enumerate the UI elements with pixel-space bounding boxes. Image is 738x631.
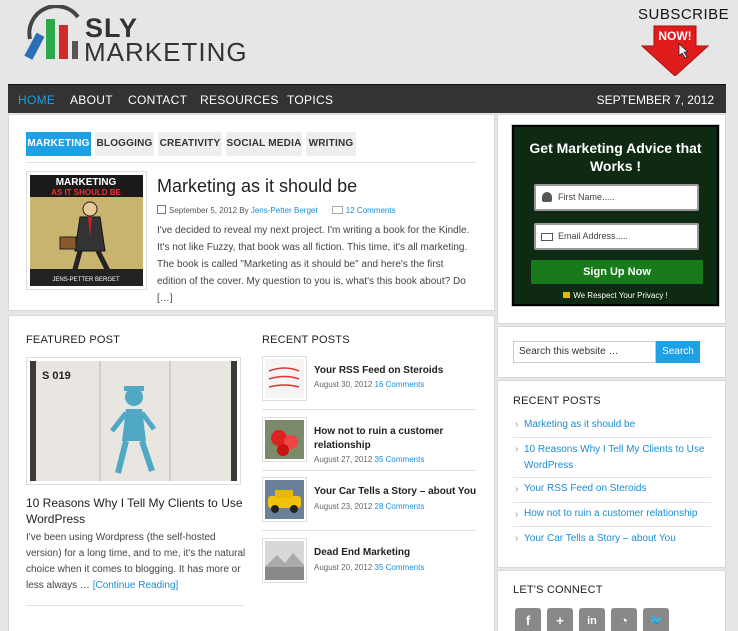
featured-divider xyxy=(26,605,244,606)
recent-post-comments-link[interactable]: 35 Comments xyxy=(375,455,425,464)
book-cover-image: MARKETING AS IT SHOULD BE JENS-PETTER BE… xyxy=(30,175,143,286)
subscribe-now-text: NOW! xyxy=(658,29,691,43)
privacy-text: We Respect Your Privacy ! xyxy=(573,291,668,300)
article-excerpt: I've decided to reveal my next project. … xyxy=(157,225,470,304)
featured-post-heading: FEATURED POST xyxy=(26,334,121,346)
facebook-icon[interactable]: f xyxy=(515,608,541,631)
sign-up-button[interactable]: Sign Up Now xyxy=(531,260,703,284)
main-navigation: HOME ABOUT CONTACT RESOURCES TOPICS SEPT… xyxy=(8,84,726,113)
envelope-icon xyxy=(541,233,553,241)
logo-text-line2[interactable]: MARKETING xyxy=(84,38,248,66)
nav-item-home[interactable]: HOME xyxy=(18,93,55,107)
bullet-arrow-icon: › xyxy=(515,484,519,495)
sidebar-recent-link[interactable]: How not to ruin a customer relationship xyxy=(524,506,714,522)
recent-post-title[interactable]: Dead End Marketing xyxy=(314,546,479,560)
tab-writing[interactable]: WRITING xyxy=(306,132,356,156)
first-name-placeholder: First Name..... xyxy=(558,192,615,202)
connect-heading: LET'S CONNECT xyxy=(513,584,603,596)
featured-image-label: S 019 xyxy=(42,370,71,382)
recent-post-comments-link[interactable]: 28 Comments xyxy=(375,502,425,511)
twitter-icon[interactable]: 🐦 xyxy=(643,608,669,631)
bullet-arrow-icon: › xyxy=(515,444,519,455)
recent-post-date: August 30, 2012 xyxy=(314,380,373,389)
calendar-icon xyxy=(157,205,166,214)
nav-item-about[interactable]: ABOUT xyxy=(70,93,113,107)
subscribe-arrow-icon: NOW! xyxy=(640,25,710,76)
nav-item-resources[interactable]: RESOURCES xyxy=(200,93,279,107)
cover-author-text: JENS-PETTER BERGET xyxy=(52,277,120,283)
current-date: SEPTEMBER 7, 2012 xyxy=(596,93,714,107)
recent-post-divider xyxy=(262,409,476,410)
recent-post-comments-link[interactable]: 16 Comments xyxy=(375,380,425,389)
article-thumbnail[interactable]: MARKETING AS IT SHOULD BE JENS-PETTER BE… xyxy=(26,171,147,290)
recent-post-date: August 23, 2012 xyxy=(314,502,373,511)
article-comments-link[interactable]: 12 Comments xyxy=(346,206,396,215)
tab-social-media[interactable]: SOCIAL MEDIA xyxy=(226,132,302,156)
tab-marketing[interactable]: MARKETING xyxy=(26,132,91,156)
recent-post-meta: August 23, 2012 28 Comments xyxy=(314,502,424,511)
recent-posts-heading: RECENT POSTS xyxy=(262,334,350,346)
sidebar-divider xyxy=(513,502,711,503)
featured-post-image[interactable]: S 019 xyxy=(26,357,241,485)
recent-post-meta: August 20, 2012 35 Comments xyxy=(314,563,424,572)
recent-post-date: August 27, 2012 xyxy=(314,455,373,464)
featured-post-excerpt: I've been using Wordpress (the self-host… xyxy=(26,530,246,594)
recent-post-title[interactable]: Your RSS Feed on Steroids xyxy=(314,364,479,378)
linkedin-icon[interactable]: in xyxy=(579,608,605,631)
nav-item-topics[interactable]: TOPICS xyxy=(287,93,333,107)
sidebar-divider xyxy=(513,526,711,527)
bullet-arrow-icon: › xyxy=(515,533,519,544)
article-by: By xyxy=(239,206,249,215)
recent-post-meta: August 30, 2012 16 Comments xyxy=(314,380,424,389)
recent-post-divider xyxy=(262,530,476,531)
tab-creativity[interactable]: CREATIVITY xyxy=(158,132,222,156)
recent-post-meta: August 27, 2012 35 Comments xyxy=(314,455,424,464)
subscribe-label: SUBSCRIBE xyxy=(638,6,730,23)
sidebar-recent-link[interactable]: Your RSS Feed on Steroids xyxy=(524,481,714,497)
optin-title: Get Marketing Advice that Works ! xyxy=(529,140,702,174)
recent-post-thumbnail[interactable] xyxy=(262,356,307,401)
recent-post-title[interactable]: Your Car Tells a Story – about You xyxy=(314,485,484,499)
privacy-note: We Respect Your Privacy ! xyxy=(514,291,717,300)
article-date: September 5, 2012 xyxy=(169,206,238,215)
user-icon xyxy=(542,192,552,202)
recent-post-thumbnail[interactable] xyxy=(262,538,307,583)
first-name-field[interactable]: First Name..... xyxy=(534,184,699,211)
google-plus-icon[interactable]: + xyxy=(547,608,573,631)
recent-post-divider xyxy=(262,470,476,471)
search-button[interactable]: Search xyxy=(656,341,700,363)
featured-post-title[interactable]: 10 Reasons Why I Tell My Clients to Use … xyxy=(26,495,246,527)
subscribe-now-button[interactable]: SUBSCRIBE NOW! xyxy=(630,6,729,76)
search-input[interactable]: Search this website … xyxy=(513,341,656,363)
sidebar-recent-link[interactable]: Your Car Tells a Story – about You xyxy=(524,531,714,547)
sidebar-divider xyxy=(513,437,711,438)
newsletter-optin-form: Get Marketing Advice that Works ! First … xyxy=(511,124,720,307)
recent-post-thumbnail[interactable] xyxy=(262,477,307,522)
continue-reading-link[interactable]: [Continue Reading] xyxy=(93,580,179,591)
sidebar-recent-link[interactable]: 10 Reasons Why I Tell My Clients to Use … xyxy=(524,442,714,474)
tab-blogging[interactable]: BLOGGING xyxy=(95,132,154,156)
rss-icon[interactable]: ◔ xyxy=(611,608,637,631)
recent-post-comments-link[interactable]: 35 Comments xyxy=(375,563,425,572)
sidebar-recent-heading: RECENT POSTS xyxy=(513,395,601,407)
article-title[interactable]: Marketing as it should be xyxy=(157,176,357,197)
sidebar-recent-link[interactable]: Marketing as it should be xyxy=(524,417,714,433)
recent-post-thumbnail[interactable] xyxy=(262,417,307,462)
cover-subtitle-text: AS IT SHOULD BE xyxy=(51,188,121,197)
bullet-arrow-icon: › xyxy=(515,419,519,430)
email-field[interactable]: Email Address..... xyxy=(534,223,699,250)
email-placeholder: Email Address..... xyxy=(558,231,629,241)
article-author-link[interactable]: Jens-Petter Berget xyxy=(251,206,318,215)
comment-icon xyxy=(331,206,343,214)
nav-item-contact[interactable]: CONTACT xyxy=(128,93,187,107)
recent-post-title[interactable]: How not to ruin a customer relationship xyxy=(314,425,479,453)
article-meta: September 5, 2012 By Jens-Petter Berget … xyxy=(157,205,396,215)
recent-post-date: August 20, 2012 xyxy=(314,563,373,572)
bullet-arrow-icon: › xyxy=(515,509,519,520)
tabs-divider xyxy=(26,162,476,163)
logo-icon[interactable] xyxy=(22,4,84,63)
lock-icon xyxy=(563,292,571,298)
sidebar-divider xyxy=(513,477,711,478)
cover-title-text: MARKETING xyxy=(56,177,117,188)
